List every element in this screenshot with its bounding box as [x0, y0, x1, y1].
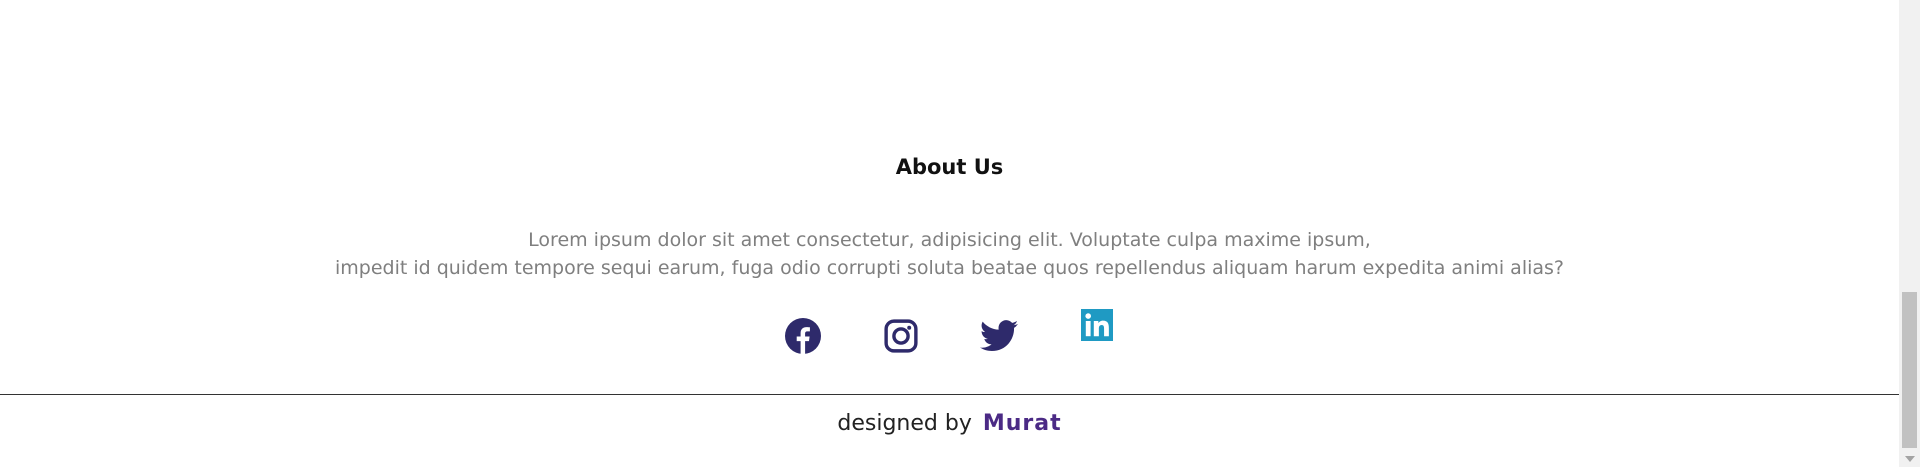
instagram-link[interactable]: [881, 316, 921, 356]
about-description-line-1: Lorem ipsum dolor sit amet consectetur, …: [528, 229, 1371, 251]
facebook-link[interactable]: [783, 316, 823, 356]
twitter-link[interactable]: [979, 316, 1019, 356]
about-section: About Us Lorem ipsum dolor sit amet cons…: [0, 0, 1899, 467]
vertical-scrollbar[interactable]: [1899, 0, 1920, 467]
footer-divider: [0, 394, 1899, 395]
scrollbar-thumb[interactable]: [1902, 292, 1917, 448]
about-title: About Us: [895, 155, 1004, 179]
about-description: Lorem ipsum dolor sit amet consectetur, …: [0, 226, 1899, 282]
social-links: [0, 309, 1899, 362]
footer-credit-author[interactable]: Murat: [983, 411, 1062, 436]
footer-credit-prefix: designed by: [837, 411, 972, 436]
scroll-down-arrow-icon[interactable]: [1905, 456, 1915, 462]
facebook-icon: [784, 318, 821, 354]
instagram-icon: [883, 319, 918, 353]
linkedin-icon: [1080, 309, 1113, 341]
twitter-icon: [979, 320, 1018, 352]
footer-credit: designed by Murat: [0, 411, 1899, 436]
linkedin-link[interactable]: [1077, 305, 1117, 345]
page: About Us Lorem ipsum dolor sit amet cons…: [0, 0, 1920, 467]
about-description-line-2: impedit id quidem tempore sequi earum, f…: [334, 257, 1565, 279]
